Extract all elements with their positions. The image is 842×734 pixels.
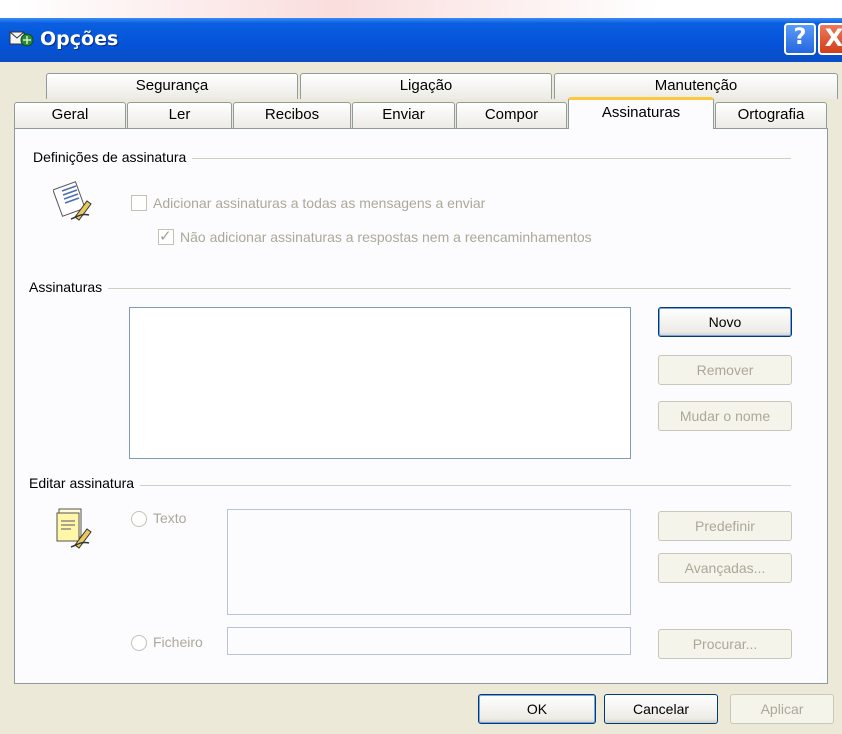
signature-settings-icon — [53, 181, 92, 221]
new-signature-button[interactable]: Novo — [658, 307, 792, 337]
text-radio-label: Texto — [153, 510, 187, 526]
signatures-list[interactable] — [129, 307, 631, 459]
tab-manutencao[interactable]: Manutenção — [554, 73, 838, 99]
window-title: Opções — [40, 28, 119, 50]
help-button[interactable]: ? — [784, 23, 816, 55]
tab-ler[interactable]: Ler — [127, 102, 232, 128]
signature-file-field[interactable] — [227, 627, 631, 655]
signature-text-area[interactable] — [227, 509, 631, 615]
signatures-group-label: Assinaturas — [29, 279, 109, 295]
set-default-button[interactable]: Predefinir — [658, 511, 792, 541]
tab-compor[interactable]: Compor — [456, 102, 567, 128]
no-replies-checkbox[interactable]: ✓ — [158, 228, 174, 245]
tab-ligacao[interactable]: Ligação — [300, 73, 552, 99]
rename-signature-button[interactable]: Mudar o nome — [658, 401, 792, 431]
no-replies-label: Não adicionar assinaturas a respostas ne… — [180, 229, 592, 245]
browse-button[interactable]: Procurar... — [658, 629, 792, 659]
apply-button[interactable]: Aplicar — [730, 694, 834, 724]
text-radio[interactable] — [131, 511, 147, 527]
options-dialog: Opções ? X Segurança Ligação Manutenção … — [0, 18, 842, 734]
tab-panel-assinaturas: Definições de assinatura Adicionar assin… — [14, 128, 828, 684]
tab-seguranca[interactable]: Segurança — [46, 73, 298, 99]
cancel-button[interactable]: Cancelar — [604, 694, 718, 724]
tab-assinaturas[interactable]: Assinaturas — [568, 97, 714, 129]
settings-group-label: Definições de assinatura — [33, 149, 193, 165]
tab-ortografia[interactable]: Ortografia — [715, 102, 827, 128]
advanced-button[interactable]: Avançadas... — [658, 553, 792, 583]
title-bar[interactable]: Opções ? X — [0, 18, 842, 62]
group-divider — [35, 485, 791, 486]
tab-recibos[interactable]: Recibos — [233, 102, 351, 128]
ok-button[interactable]: OK — [478, 694, 596, 724]
remove-signature-button[interactable]: Remover — [658, 355, 792, 385]
close-button[interactable]: X — [818, 23, 842, 55]
edit-group-label: Editar assinatura — [29, 475, 141, 491]
outlook-express-icon — [9, 31, 34, 47]
file-radio-label: Ficheiro — [153, 634, 203, 650]
add-signatures-label: Adicionar assinaturas a todas as mensage… — [153, 195, 486, 211]
tab-geral[interactable]: Geral — [14, 102, 126, 128]
check-mark-icon: ✓ — [159, 228, 172, 245]
file-radio[interactable] — [131, 635, 147, 651]
tab-enviar[interactable]: Enviar — [352, 102, 455, 128]
add-signatures-checkbox[interactable] — [131, 195, 147, 211]
edit-signature-icon — [56, 508, 92, 549]
group-divider — [35, 288, 791, 289]
